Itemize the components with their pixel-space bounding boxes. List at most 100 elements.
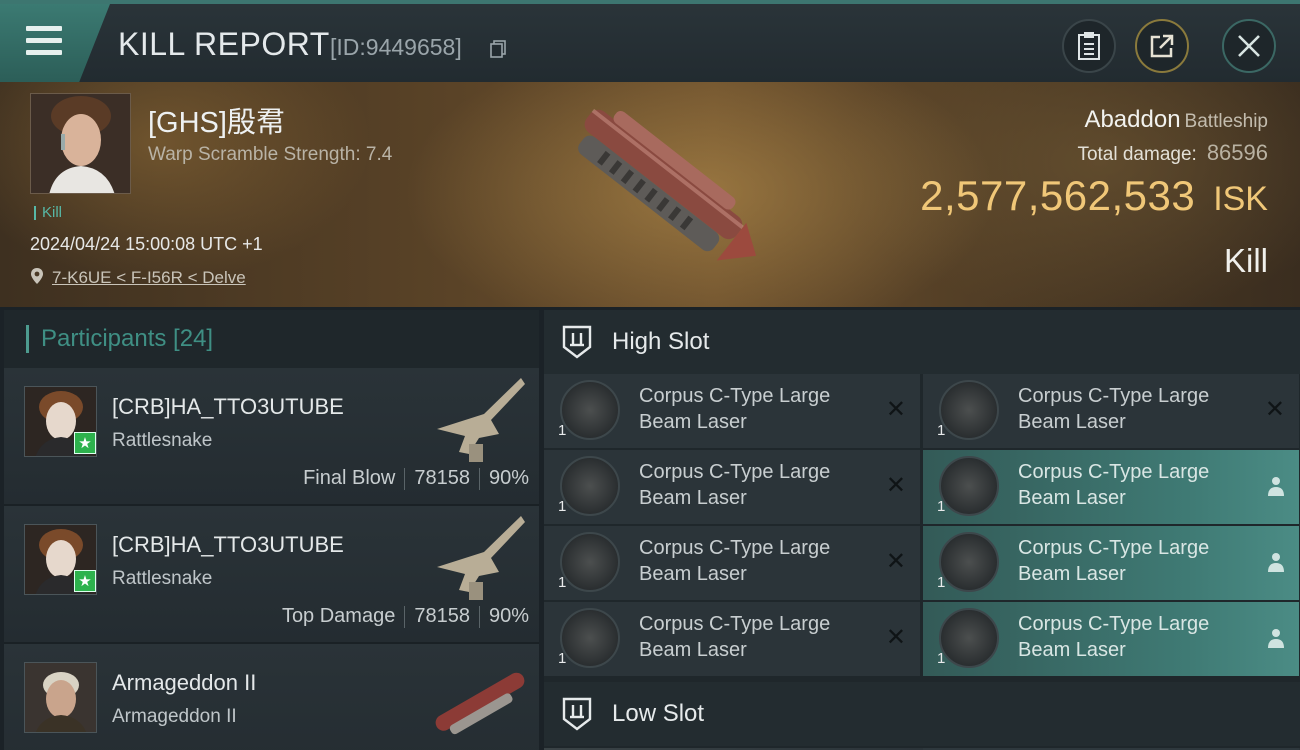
high-slot-title: High Slot <box>612 328 710 355</box>
divider <box>404 467 406 490</box>
close-icon <box>1238 35 1260 57</box>
isk-amount: 2,577,562,533 <box>920 172 1196 219</box>
participant-row[interactable]: ★ [CRB]HA_TTO3UTUBE Rattlesnake Final Bl… <box>4 368 539 506</box>
participant-percent: 90% <box>488 605 529 627</box>
copy-icon[interactable] <box>490 40 506 58</box>
page-title: KILL REPORT <box>118 26 330 62</box>
result-label: Kill <box>1223 242 1268 279</box>
module-quantity: 1 <box>558 498 567 515</box>
participant-ship: Armageddon II <box>112 706 237 727</box>
module-slot[interactable]: 1 Corpus C-Type Large Beam Laser <box>923 526 1299 600</box>
total-damage-label: Total damage: <box>1077 144 1197 165</box>
close-button[interactable] <box>1222 19 1276 73</box>
participant-role: Final Blow <box>303 467 396 489</box>
destroyed-x-icon: ✕ <box>885 548 906 575</box>
module-quantity: 1 <box>937 650 946 667</box>
module-slot[interactable]: 1 Corpus C-Type Large Beam Laser <box>923 602 1299 676</box>
module-icon <box>560 532 620 592</box>
module-icon <box>939 380 999 440</box>
participants-header[interactable]: Participants [24] <box>4 310 539 368</box>
module-name: Corpus C-Type Large Beam Laser <box>1018 537 1210 585</box>
destroyed-x-icon: ✕ <box>885 396 906 423</box>
high-slot-grid: 1 Corpus C-Type Large Beam Laser ✕ 1 Cor… <box>544 374 1300 676</box>
module-slot[interactable]: 1 Corpus C-Type Large Beam Laser ✕ <box>544 526 920 600</box>
victim-pilot-name[interactable]: [GHS]殷帬 <box>148 99 285 141</box>
module-icon <box>939 532 999 592</box>
person-icon <box>1268 629 1284 648</box>
clipboard-button[interactable] <box>1062 19 1116 73</box>
participant-name: Armageddon II <box>112 670 257 695</box>
ship-name: Abaddon <box>1084 106 1181 133</box>
participants-panel: Participants [24] ★ [CRB]HA_TTO3UTUBE Ra… <box>4 310 539 750</box>
module-name: Corpus C-Type Large Beam Laser <box>639 613 831 661</box>
divider <box>478 467 480 490</box>
section-marker <box>26 325 29 353</box>
module-icon <box>560 380 620 440</box>
person-icon <box>1268 553 1284 572</box>
module-quantity: 1 <box>937 498 946 515</box>
menu-icon[interactable] <box>26 26 62 56</box>
participant-role: Top Damage <box>281 605 396 627</box>
participant-damage: 78158 <box>414 605 470 627</box>
fitting-panel: High Slot 1 Corpus C-Type Large Beam Las… <box>544 310 1300 750</box>
total-damage-value: 86596 <box>1206 140 1268 165</box>
participant-ship-image <box>437 378 525 462</box>
participants-title: Participants [24] <box>41 325 214 352</box>
victim-portrait[interactable] <box>30 93 131 194</box>
person-icon <box>1268 477 1284 496</box>
module-name: Corpus C-Type Large Beam Laser <box>639 461 831 509</box>
module-icon <box>560 608 620 668</box>
high-slot-icon <box>562 325 592 359</box>
module-quantity: 1 <box>558 422 567 439</box>
location-link[interactable]: 7-K6UE < F-I56R < Delve <box>52 268 246 288</box>
participant-name: [CRB]HA_TTO3UTUBE <box>112 532 344 557</box>
low-slot-header: Low Slot <box>544 682 1300 746</box>
isk-unit: ISK <box>1213 180 1268 218</box>
participant-ship-image <box>437 516 525 600</box>
module-quantity: 1 <box>558 574 567 591</box>
module-quantity: 1 <box>937 422 946 439</box>
module-name: Corpus C-Type Large Beam Laser <box>639 537 831 585</box>
module-name: Corpus C-Type Large Beam Laser <box>1018 385 1210 433</box>
destroyed-x-icon: ✕ <box>885 472 906 499</box>
warp-scramble-strength: Warp Scramble Strength: 7.4 <box>148 144 393 165</box>
participant-row[interactable]: Armageddon II Armageddon II <box>4 644 539 750</box>
module-quantity: 1 <box>558 650 567 667</box>
menu-tab[interactable] <box>0 4 110 82</box>
high-slot-header: High Slot <box>544 310 1300 374</box>
participant-ship: Rattlesnake <box>112 568 213 589</box>
module-slot[interactable]: 1 Corpus C-Type Large Beam Laser ✕ <box>923 374 1299 448</box>
header-bar: KILL REPORT [ID:9449658] <box>0 0 1300 82</box>
kill-datetime: 2024/04/24 15:00:08 UTC +1 <box>30 234 263 254</box>
divider <box>478 605 480 628</box>
participant-row[interactable]: ★ [CRB]HA_TTO3UTUBE Rattlesnake Top Dama… <box>4 506 539 644</box>
star-icon: ★ <box>74 570 96 592</box>
participant-name: [CRB]HA_TTO3UTUBE <box>112 394 344 419</box>
participant-stats: Top Damage 78158 90% <box>282 605 529 628</box>
share-button[interactable] <box>1135 19 1189 73</box>
participant-percent: 90% <box>488 467 529 489</box>
module-name: Corpus C-Type Large Beam Laser <box>1018 613 1210 661</box>
participant-ship-image <box>435 672 525 735</box>
share-icon <box>1150 34 1174 58</box>
victim-ship-image[interactable] <box>540 92 780 282</box>
module-slot[interactable]: 1 Corpus C-Type Large Beam Laser <box>923 450 1299 524</box>
low-slot-title: Low Slot <box>612 700 705 727</box>
module-icon <box>560 456 620 516</box>
module-icon <box>939 456 999 516</box>
isk-value: 2,577,562,533 ISK <box>920 172 1268 220</box>
module-slot[interactable]: 1 Corpus C-Type Large Beam Laser ✕ <box>544 602 920 676</box>
avatar <box>24 662 97 733</box>
module-slot[interactable]: 1 Corpus C-Type Large Beam Laser ✕ <box>544 450 920 524</box>
module-slot[interactable]: 1 Corpus C-Type Large Beam Laser ✕ <box>544 374 920 448</box>
participant-damage: 78158 <box>414 467 470 489</box>
module-icon <box>939 608 999 668</box>
location-pin-icon <box>31 268 43 284</box>
participant-ship: Rattlesnake <box>112 430 213 451</box>
low-slot-icon <box>562 697 592 731</box>
participant-stats: Final Blow 78158 90% <box>303 467 529 490</box>
divider <box>404 605 406 628</box>
module-quantity: 1 <box>937 574 946 591</box>
star-icon: ★ <box>74 432 96 454</box>
victim-banner: [GHS]殷帬 Warp Scramble Strength: 7.4 Kill… <box>0 82 1300 307</box>
